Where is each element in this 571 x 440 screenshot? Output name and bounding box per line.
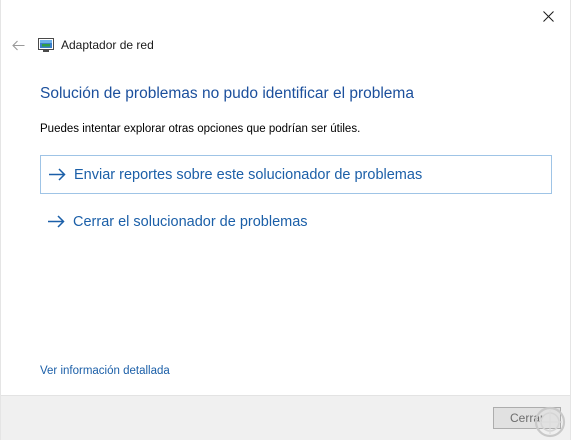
title-bar: Adaptador de red (1, 33, 154, 57)
back-button[interactable] (3, 33, 33, 57)
close-icon (542, 10, 554, 22)
arrow-right-icon (48, 168, 66, 182)
arrow-right-icon (47, 215, 65, 229)
window-close-button[interactable] (526, 2, 570, 30)
option-send-reports[interactable]: Enviar reportes sobre este solucionador … (40, 155, 552, 194)
page-heading: Solución de problemas no pudo identifica… (40, 85, 414, 102)
troubleshooter-window: Adaptador de red Solución de problemas n… (0, 0, 571, 440)
page-subtext: Puedes intentar explorar otras opciones … (40, 123, 361, 135)
back-arrow-icon (11, 40, 24, 50)
window-title: Adaptador de red (61, 38, 154, 52)
option-label: Enviar reportes sobre este solucionador … (74, 166, 423, 183)
option-close-troubleshooter[interactable]: Cerrar el solucionador de problemas (40, 202, 552, 241)
dialog-footer: Cerrar (1, 395, 570, 440)
network-adapter-icon (38, 38, 54, 52)
view-details-link[interactable]: Ver información detallada (40, 365, 170, 377)
option-label: Cerrar el solucionador de problemas (73, 213, 308, 230)
watermark-icon (534, 406, 566, 438)
